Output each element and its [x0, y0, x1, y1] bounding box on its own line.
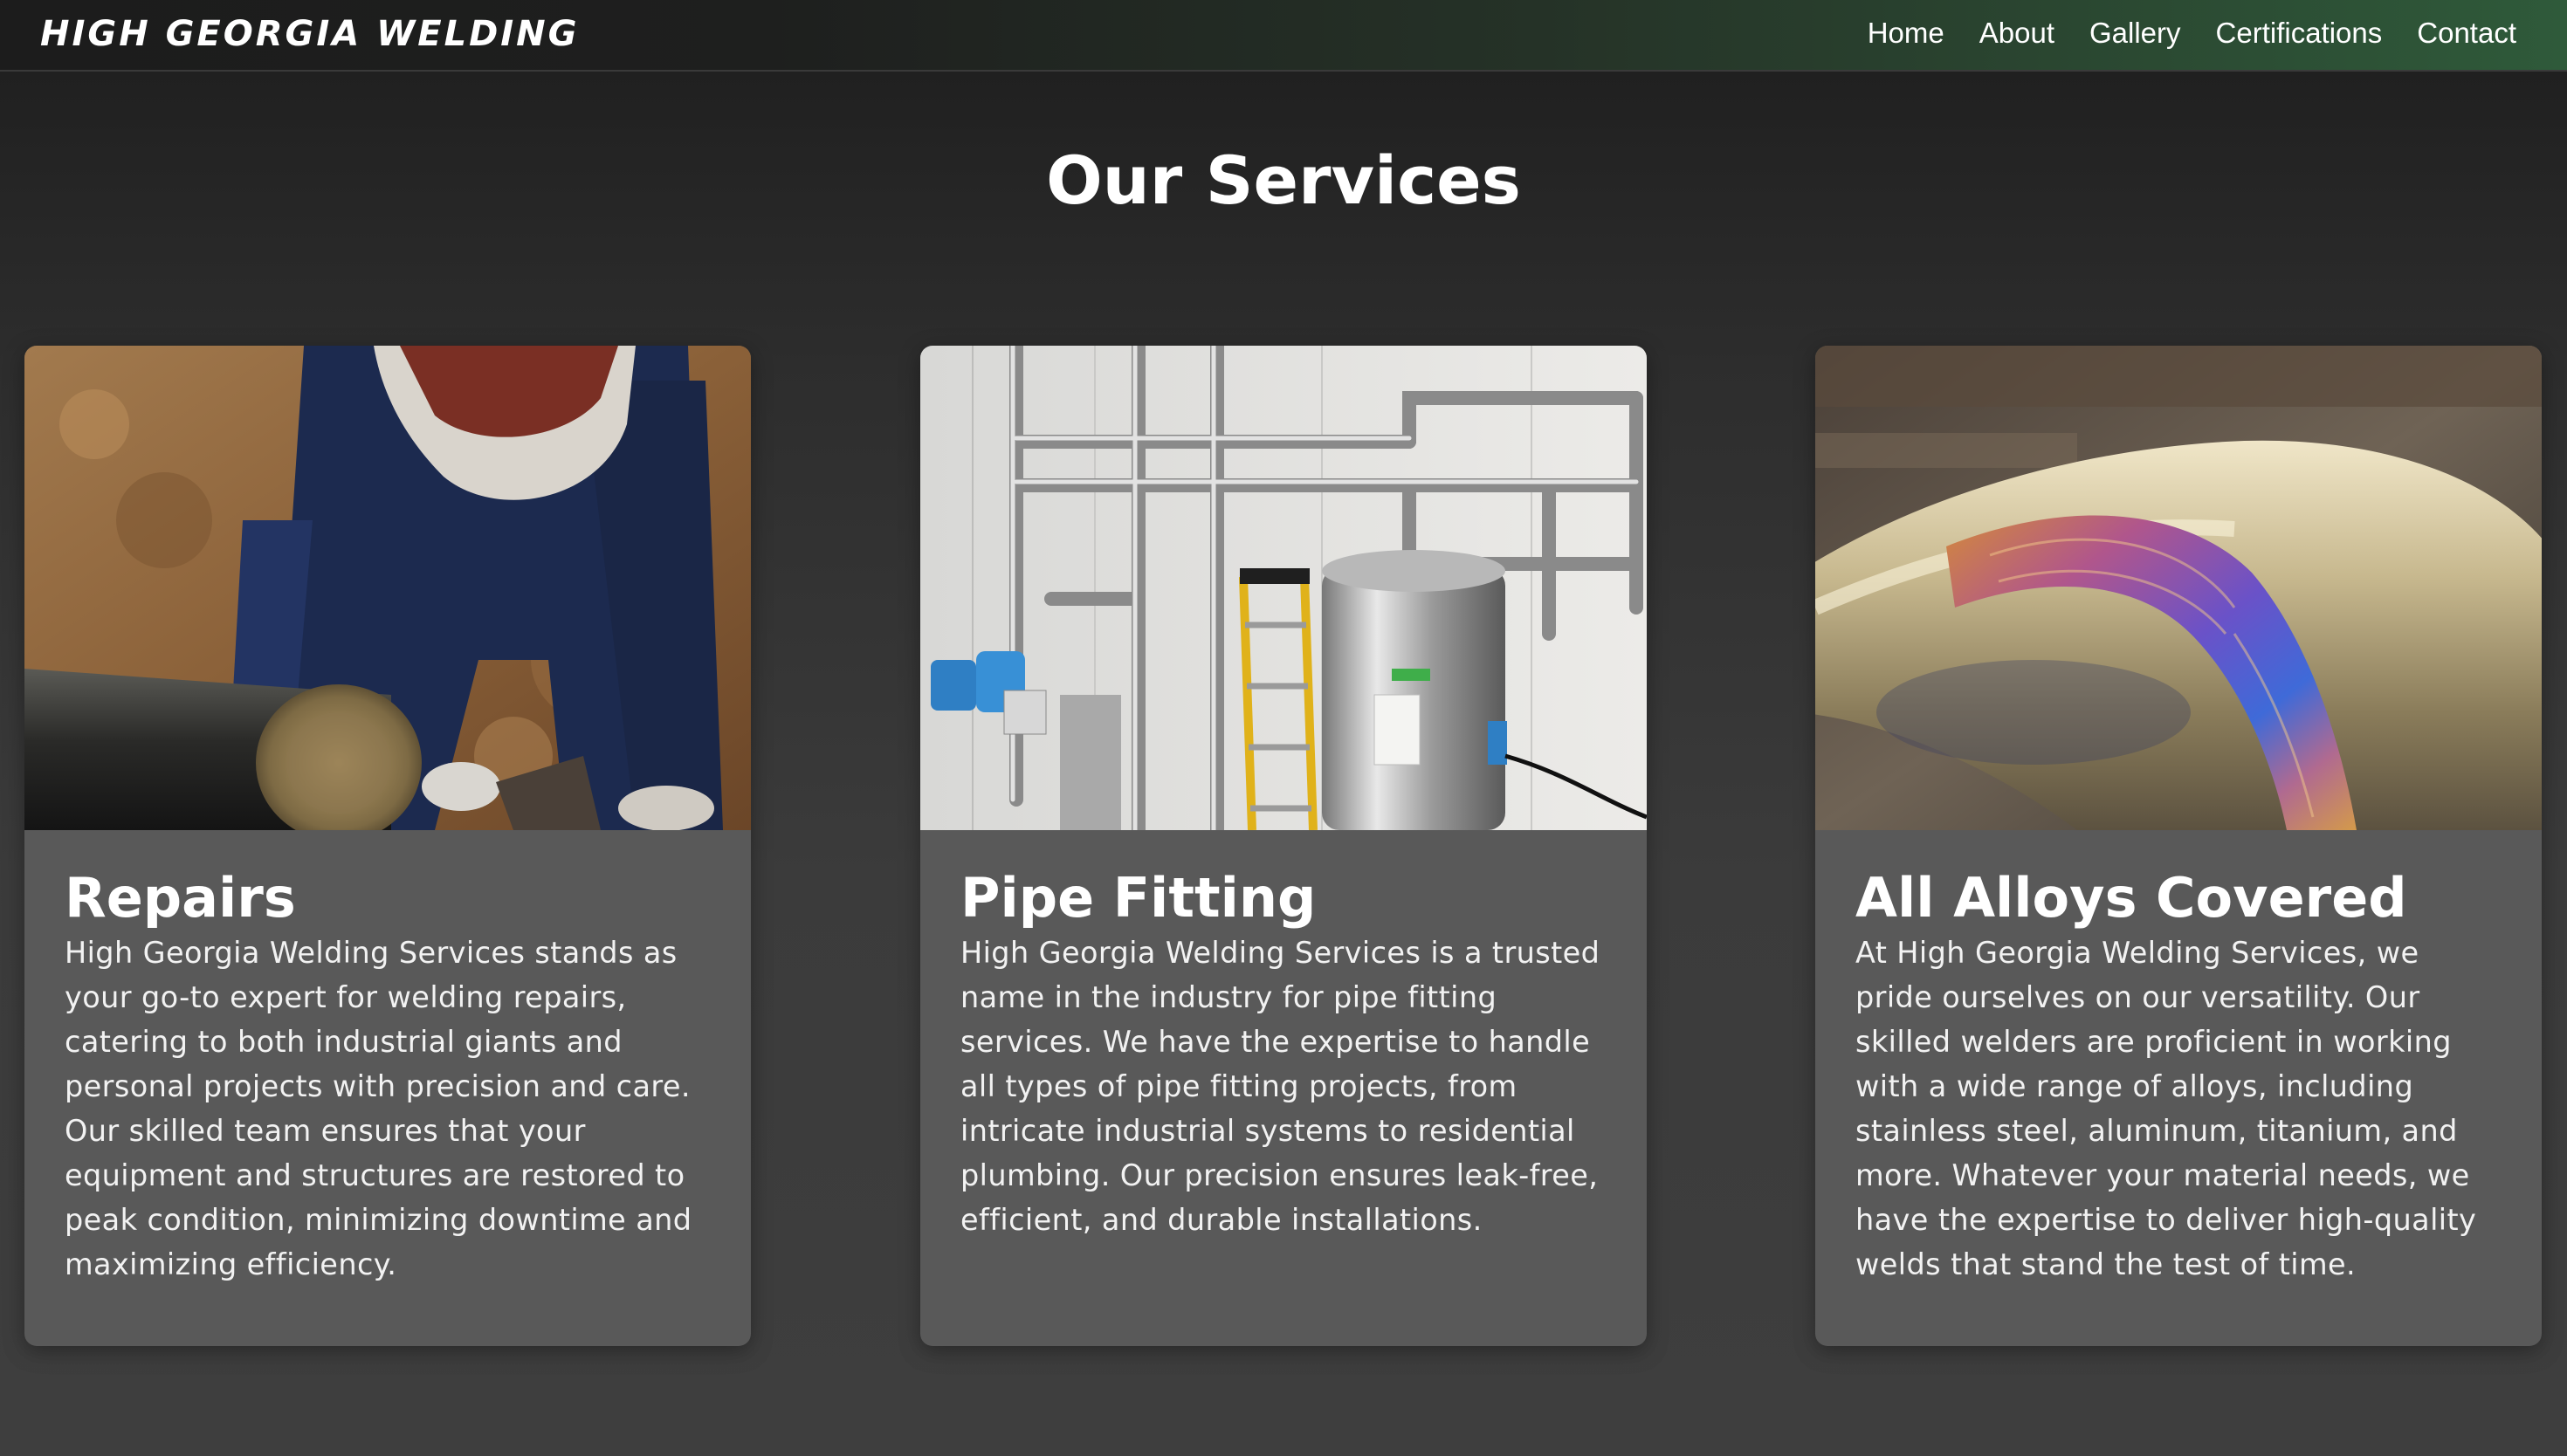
service-title: All Alloys Covered [1855, 866, 2407, 930]
page-title: Our Services [1046, 141, 1521, 219]
pipe-fitting-photo [920, 346, 1647, 830]
service-card-pipe-fitting: Pipe Fitting High Georgia Welding Servic… [920, 346, 1647, 1346]
pipe-fitting-card-body: Pipe Fitting High Georgia Welding Servic… [920, 830, 1647, 1242]
nav-link-certifications[interactable]: Certifications [2216, 17, 2383, 50]
service-description: At High Georgia Welding Services, we pri… [1855, 936, 2477, 1282]
repairs-photo [24, 346, 751, 830]
repairs-card-body: Repairs High Georgia Welding Services st… [24, 830, 751, 1287]
service-title: Repairs [65, 866, 296, 930]
alloy-weld-photo [1815, 346, 2542, 830]
service-description: High Georgia Welding Services stands as … [65, 936, 692, 1282]
top-navbar: HIGH GEORGIA WELDING Home About Gallery … [0, 0, 2567, 72]
main-nav: Home About Gallery Certifications Contac… [1868, 17, 2516, 50]
alloys-card-body: All Alloys Covered At High Georgia Weldi… [1815, 830, 2542, 1287]
nav-link-about[interactable]: About [1979, 17, 2054, 50]
service-title: Pipe Fitting [960, 866, 1317, 930]
service-card-repairs: Repairs High Georgia Welding Services st… [24, 346, 751, 1346]
service-description: High Georgia Welding Services is a trust… [960, 936, 1600, 1238]
nav-link-contact[interactable]: Contact [2417, 17, 2516, 50]
site-logo[interactable]: HIGH GEORGIA WELDING [40, 14, 579, 54]
nav-link-gallery[interactable]: Gallery [2089, 17, 2181, 50]
service-card-all-alloys: All Alloys Covered At High Georgia Weldi… [1815, 346, 2542, 1346]
nav-link-home[interactable]: Home [1868, 17, 1944, 50]
